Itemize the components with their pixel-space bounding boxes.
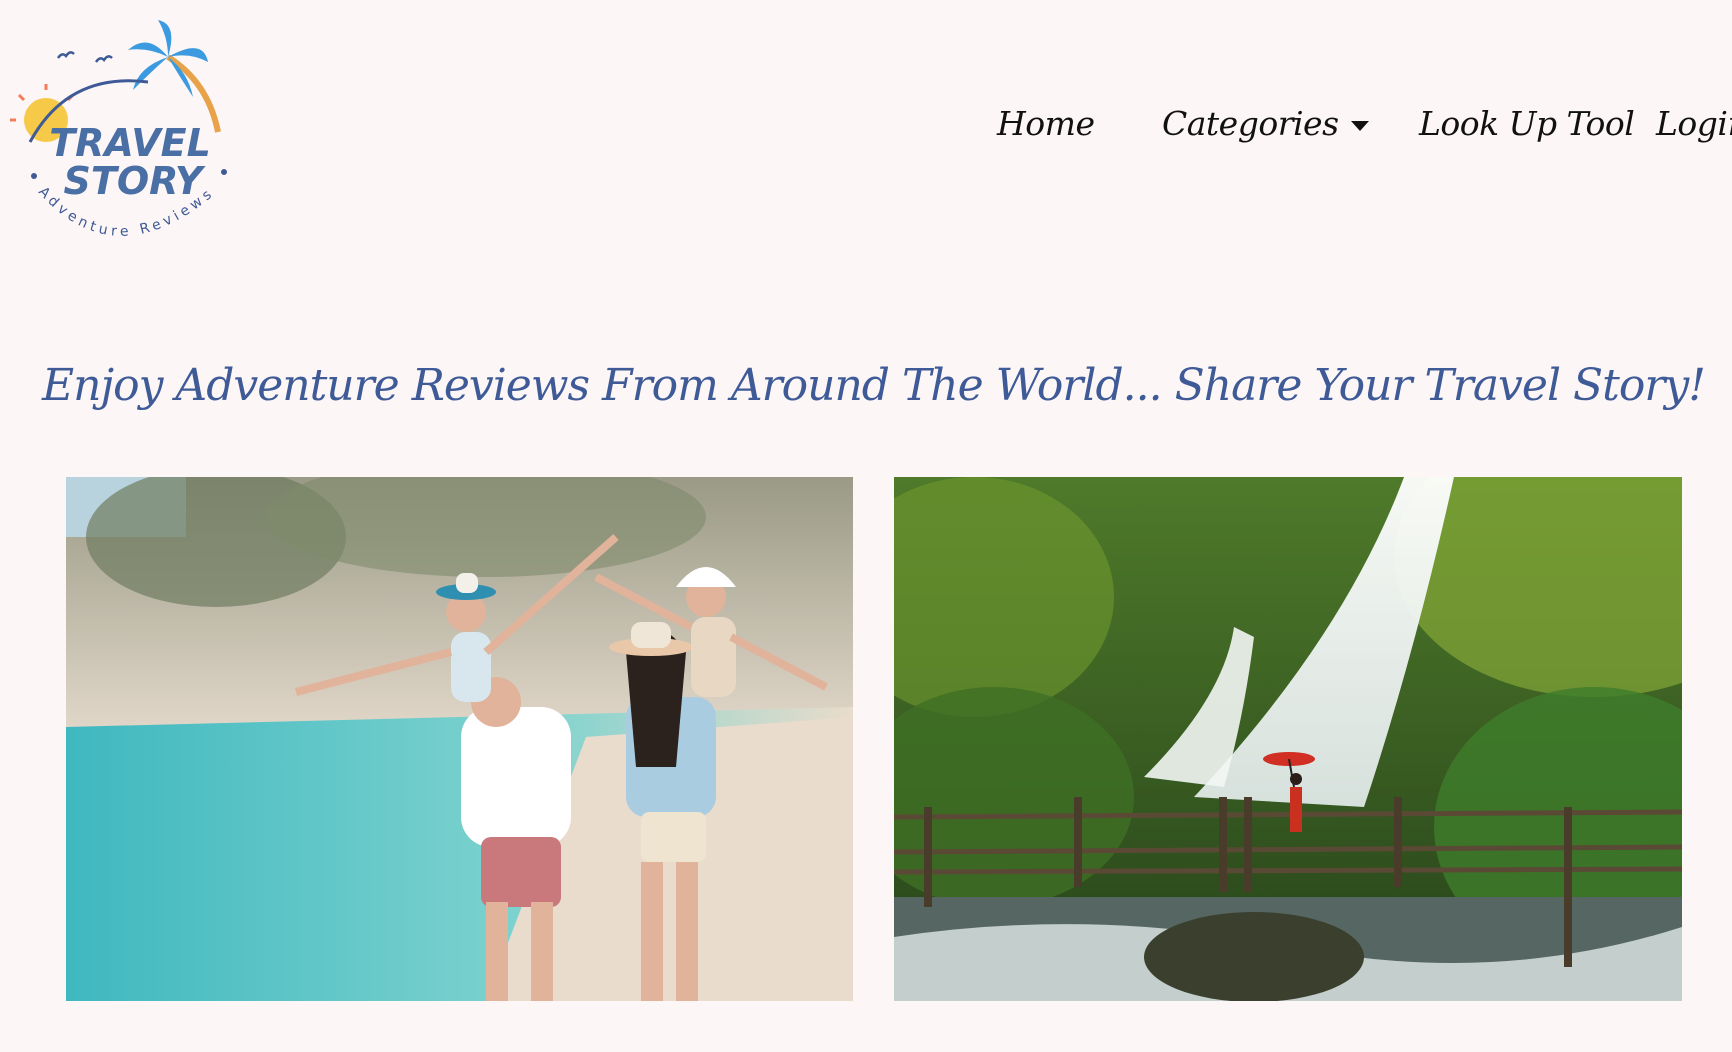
page-headline: Enjoy Adventure Reviews From Around The … xyxy=(42,360,1706,411)
family-beach-photo xyxy=(66,477,853,1001)
nav-home-link[interactable]: Home xyxy=(997,104,1095,143)
logo-line2: STORY xyxy=(64,159,206,203)
bird-icon xyxy=(94,55,113,63)
waterfall-bridge-photo xyxy=(894,477,1682,1001)
main-nav: Home Categories Look Up Tool Login xyxy=(0,104,1732,154)
nav-lookup-link[interactable]: Look Up Tool xyxy=(1419,104,1635,143)
bird-icon xyxy=(56,51,75,59)
nav-categories-dropdown[interactable]: Categories xyxy=(1162,104,1369,143)
nav-login-link[interactable]: Login xyxy=(1656,104,1732,143)
nav-categories-label: Categories xyxy=(1162,104,1339,143)
caret-down-icon xyxy=(1350,121,1369,131)
